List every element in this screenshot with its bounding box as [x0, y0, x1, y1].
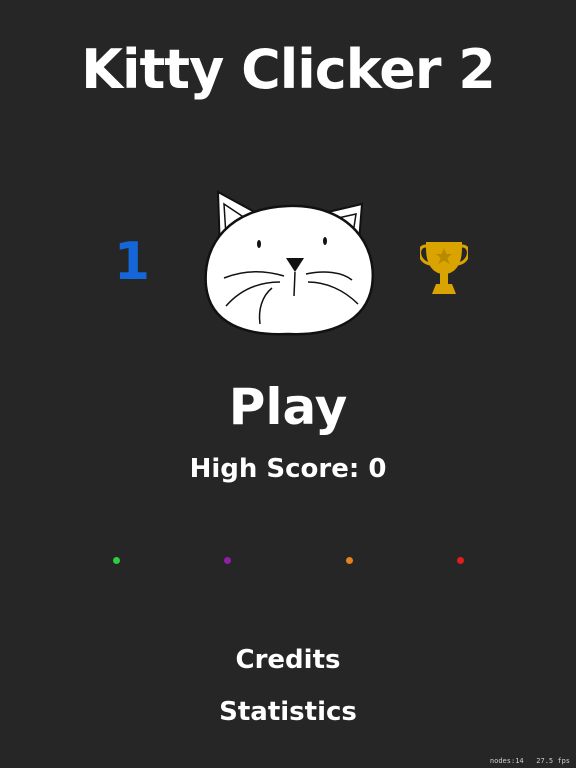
- indicator-dot-green: [113, 557, 120, 564]
- trophy-icon[interactable]: [418, 238, 470, 298]
- fps-counter: 27.5 fps: [536, 757, 570, 765]
- statistics-button[interactable]: Statistics: [0, 697, 576, 727]
- indicator-dot-orange: [346, 557, 353, 564]
- game-title: Kitty Clicker 2: [81, 38, 496, 101]
- cat-face-icon[interactable]: [200, 186, 376, 338]
- level-number: 1: [113, 232, 151, 292]
- indicator-dot-red: [457, 557, 464, 564]
- credits-button[interactable]: Credits: [0, 645, 576, 675]
- node-count: nodes:14: [489, 757, 524, 765]
- high-score-label: High Score: 0: [189, 454, 387, 484]
- play-button[interactable]: Play: [0, 378, 576, 436]
- indicator-dot-purple: [224, 557, 231, 564]
- debug-stats: nodes:14 27.5 fps: [490, 757, 570, 765]
